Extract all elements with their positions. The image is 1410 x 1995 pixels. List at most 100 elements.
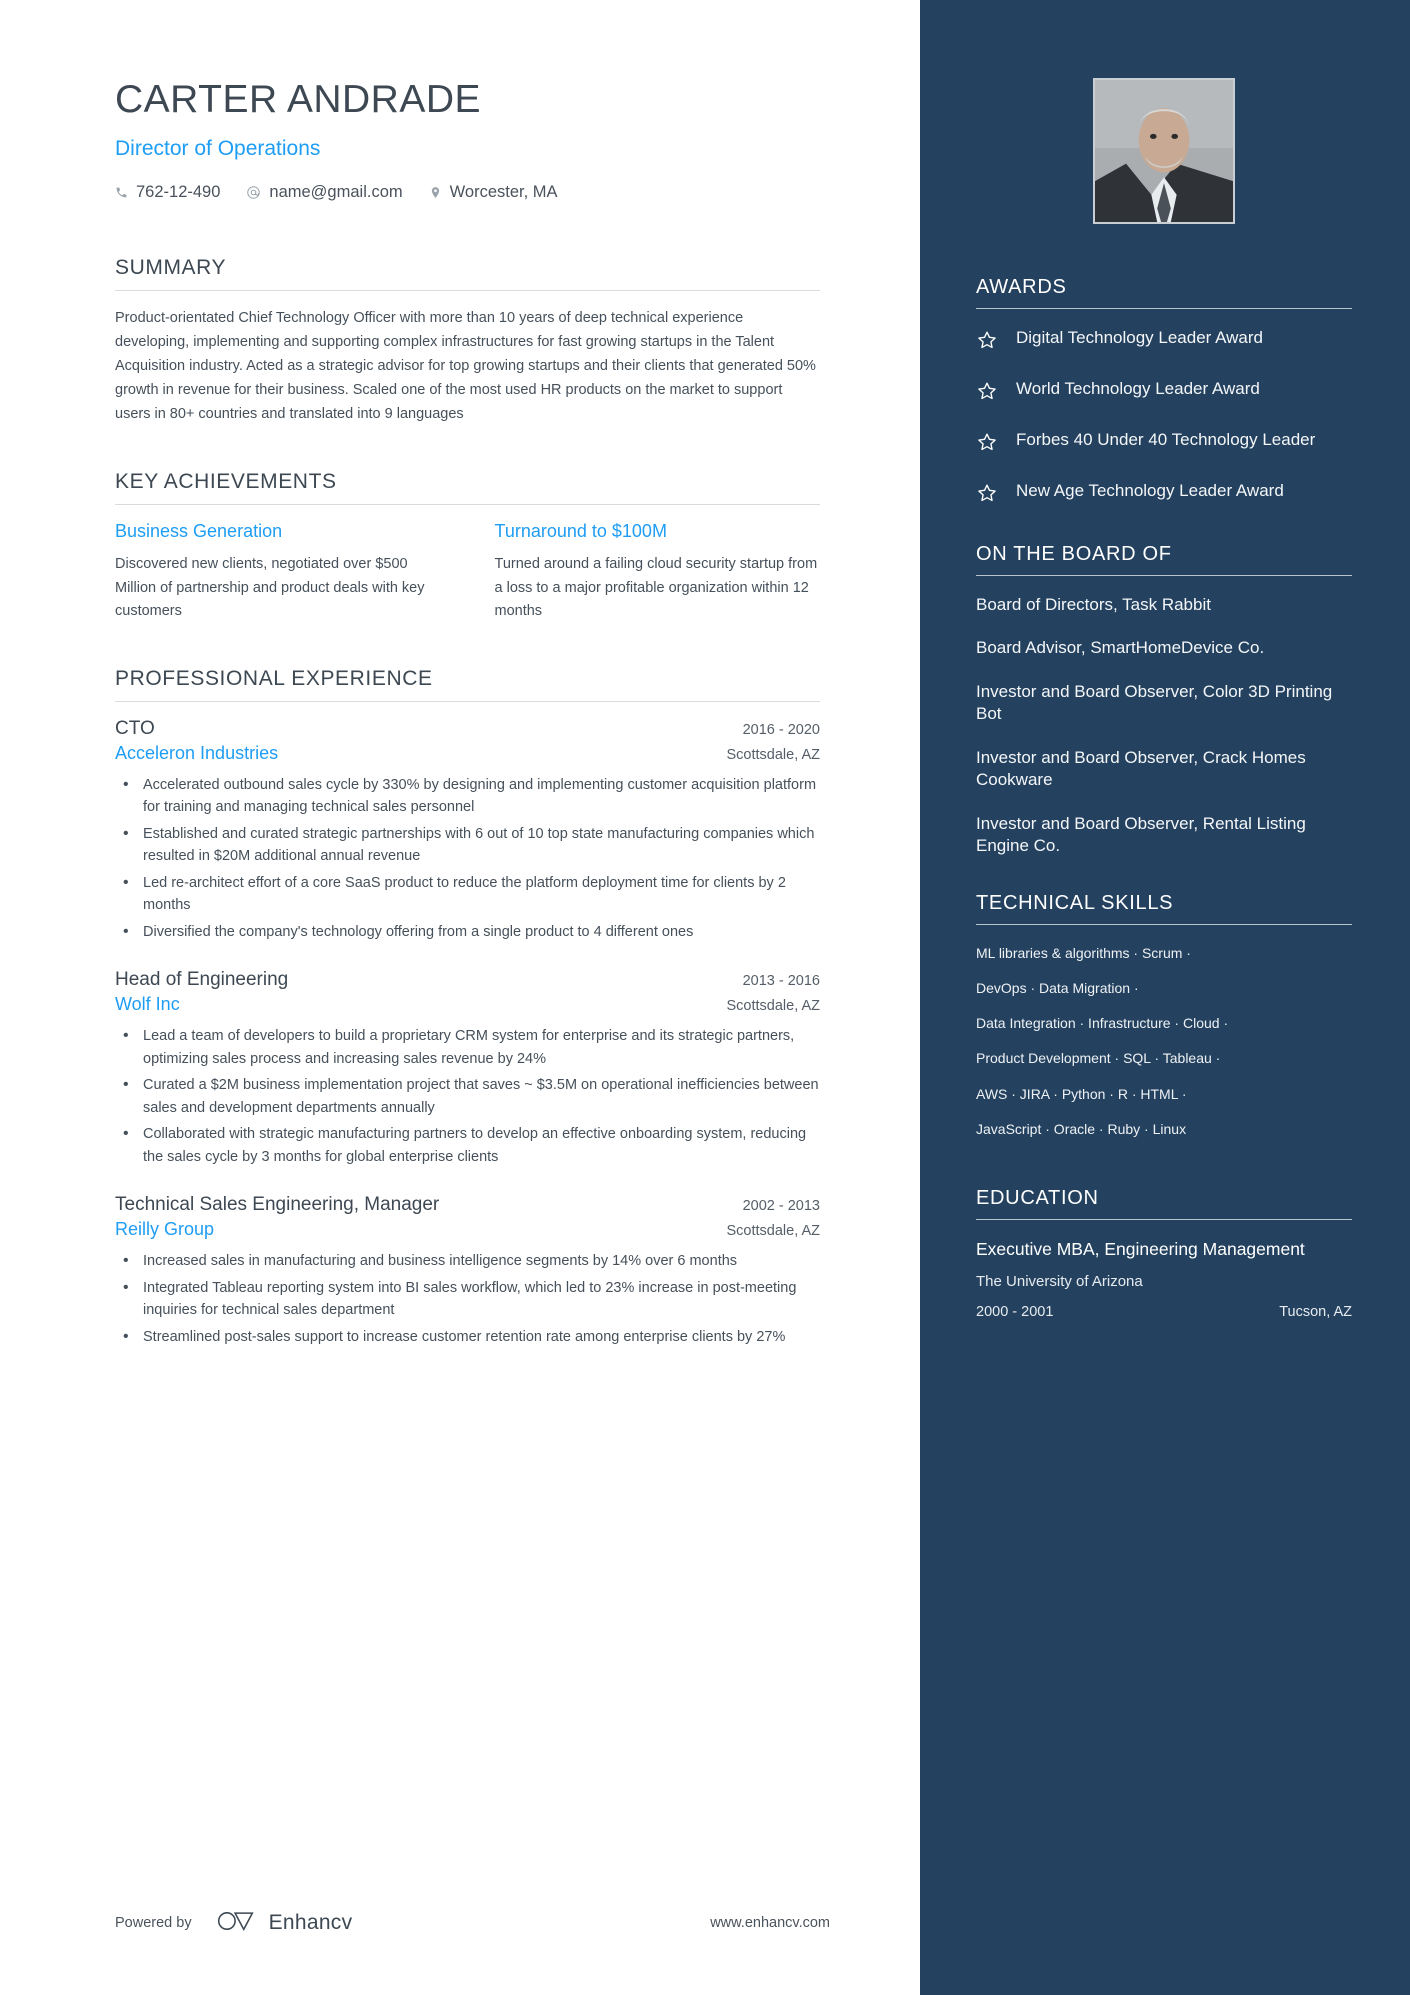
contact-row: 762-12-490 name@gmail.com Worcester, MA [115,183,820,202]
award-item: Forbes 40 Under 40 Technology Leader [976,429,1352,458]
experience-bullet: Integrated Tableau reporting system into… [115,1276,820,1322]
board-divider [976,575,1352,576]
experience-location: Scottsdale, AZ [726,747,821,764]
contact-phone[interactable]: 762-12-490 [115,183,220,202]
contact-email[interactable]: name@gmail.com [246,182,403,202]
summary-heading: SUMMARY [115,255,227,279]
experience-company[interactable]: Reilly Group [115,1219,214,1240]
achievement-title: Business Generation [115,521,283,542]
experience-dates: 2016 - 2020 [742,722,820,739]
experience-heading: PROFESSIONAL EXPERIENCE [115,667,433,691]
skill-line: ML libraries & algorithms · Scrum · [976,944,1191,961]
achievement-description: Discovered new clients, negotiated over … [115,556,425,619]
footer: Powered by Enhancv www.enhancv.com [115,1909,830,1937]
powered-by-group: Powered by Enhancv [115,1909,352,1937]
experience-divider [115,701,820,703]
contact-location[interactable]: Worcester, MA [429,183,558,202]
skill-line: DevOps · Data Migration · [976,979,1139,996]
enhancv-brand: Enhancv [216,1909,353,1937]
award-text: Digital Technology Leader Award [1016,328,1263,347]
education-heading: EDUCATION [976,1187,1099,1210]
technical-skills-section: TECHNICAL SKILLS ML libraries & algorith… [976,892,1352,1140]
contact-phone-value: 762-12-490 [136,182,221,201]
award-text: World Technology Leader Award [1016,379,1260,398]
summary-section: SUMMARY Product-orientated Chief Technol… [115,256,820,427]
experience-company[interactable]: Acceleron Industries [115,743,278,764]
summary-divider [115,289,820,291]
education-dates: 2000 - 2001 [976,1304,1054,1321]
star-icon [976,482,998,509]
experience-company[interactable]: Wolf Inc [115,994,180,1015]
board-section: ON THE BOARD OF Board of Directors, Task… [976,543,1352,858]
award-text: New Age Technology Leader Award [1016,481,1284,500]
resume-page: CARTER ANDRADE Director of Operations 76… [0,0,1410,1995]
experience-bullet: Streamlined post-sales support to increa… [115,1324,820,1349]
candidate-job-title: Director of Operations [115,136,321,160]
enhancv-logo-icon [216,1909,256,1937]
board-item: Investor and Board Observer, Rental List… [976,813,1306,856]
summary-text: Product-orientated Chief Technology Offi… [115,309,816,422]
experience-bullet: Collaborated with strategic manufacturin… [115,1122,820,1168]
achievement-item: Turnaround to $100M Turned around a fail… [495,521,821,623]
experience-entry-header: CTO 2016 - 2020 [115,718,820,740]
phone-icon [115,186,128,199]
experience-role: CTO [115,718,155,740]
avatar-portrait-icon [1095,80,1233,222]
main-column: CARTER ANDRADE Director of Operations 76… [0,0,920,1995]
achievement-title: Turnaround to $100M [494,521,667,542]
education-section: EDUCATION Executive MBA, Engineering Man… [976,1187,1352,1320]
experience-entry: CTO 2016 - 2020 Acceleron Industries Sco… [115,718,820,945]
location-pin-icon [429,185,442,200]
powered-by-label: Powered by [115,1915,192,1931]
avatar-wrap [976,78,1352,224]
experience-role: Technical Sales Engineering, Manager [115,1194,440,1216]
avatar [1093,78,1235,224]
contact-email-value: name@gmail.com [269,182,403,201]
experience-section: PROFESSIONAL EXPERIENCE CTO 2016 - 2020 … [115,667,820,1350]
experience-location: Scottsdale, AZ [726,1223,821,1240]
award-text: Forbes 40 Under 40 Technology Leader [1016,430,1316,449]
experience-bullet: Accelerated outbound sales cycle by 330%… [115,773,820,819]
technical-skills-divider [976,923,1352,925]
key-achievements-section: KEY ACHIEVEMENTS Business Generation Dis… [115,470,820,623]
skill-line: Data Integration · Infrastructure · Clou… [976,1015,1229,1032]
experience-entry-subheader: Wolf Inc Scottsdale, AZ [115,994,820,1015]
experience-entry-header: Technical Sales Engineering, Manager 200… [115,1194,820,1216]
experience-bullet-list: Lead a team of developers to build a pro… [115,1024,820,1168]
technical-skills-heading: TECHNICAL SKILLS [976,891,1174,914]
star-icon [976,329,998,356]
experience-entry-subheader: Reilly Group Scottsdale, AZ [115,1219,820,1240]
key-achievements-heading: KEY ACHIEVEMENTS [115,470,337,494]
candidate-name: CARTER ANDRADE [115,78,482,121]
experience-bullet: Diversified the company's technology off… [115,920,820,945]
contact-location-value: Worcester, MA [449,182,558,201]
experience-bullet: Established and curated strategic partne… [115,822,820,868]
experience-dates: 2013 - 2016 [742,973,820,990]
experience-dates: 2002 - 2013 [742,1198,820,1215]
award-item: Digital Technology Leader Award [976,327,1352,356]
experience-bullet: Curated a $2M business implementation pr… [115,1073,820,1119]
footer-website[interactable]: www.enhancv.com [710,1915,830,1931]
board-heading: ON THE BOARD OF [976,543,1172,565]
experience-role: Head of Engineering [115,969,289,991]
key-achievements-grid: Business Generation Discovered new clien… [115,521,820,623]
experience-bullet: Lead a team of developers to build a pro… [115,1024,820,1070]
experience-entry-subheader: Acceleron Industries Scottsdale, AZ [115,743,820,764]
award-item: New Age Technology Leader Award [976,480,1352,509]
star-icon [976,431,998,458]
achievement-item: Business Generation Discovered new clien… [115,521,441,623]
experience-entry-header: Head of Engineering 2013 - 2016 [115,969,820,991]
education-divider [976,1219,1352,1221]
experience-bullet-list: Increased sales in manufacturing and bus… [115,1249,820,1350]
award-item: World Technology Leader Award [976,378,1352,407]
awards-divider [976,308,1352,309]
education-degree: Executive MBA, Engineering Management [976,1239,1305,1260]
sidebar: AWARDS Digital Technology Leader Award W… [920,0,1410,1995]
key-achievements-divider [115,504,820,506]
education-location: Tucson, AZ [1279,1304,1352,1321]
enhancv-brand-name: Enhancv [268,1911,353,1934]
education-meta: 2000 - 2001 Tucson, AZ [976,1304,1352,1320]
skill-line: Product Development · SQL · Tableau · [976,1050,1221,1067]
board-item: Board of Directors, Task Rabbit [976,595,1211,614]
board-item: Investor and Board Observer, Color 3D Pr… [976,681,1333,724]
